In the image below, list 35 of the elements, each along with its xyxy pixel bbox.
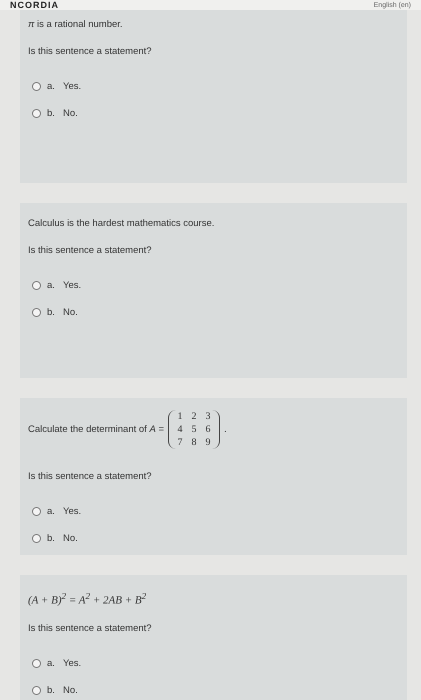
option-letter: a. xyxy=(47,506,56,517)
radio-button[interactable] xyxy=(32,109,41,118)
question-text: Calculate the determinant of A = xyxy=(28,424,164,435)
question-formula: (A + B)$^{2}$ = A$^{2}$ + 2AB + B$^{2}$ xyxy=(28,591,146,607)
radio-button[interactable] xyxy=(32,686,41,695)
option-label[interactable]: Yes. xyxy=(63,658,82,669)
option-letter: a. xyxy=(47,81,56,92)
radio-button[interactable] xyxy=(32,82,41,91)
radio-button[interactable] xyxy=(32,507,41,516)
question-prompt: Is this sentence a statement? xyxy=(28,245,153,256)
option-label[interactable]: Yes. xyxy=(63,506,82,517)
option-letter: b. xyxy=(47,533,56,544)
radio-button[interactable] xyxy=(32,308,41,317)
option-label[interactable]: No. xyxy=(63,307,78,318)
option-letter: a. xyxy=(47,280,56,291)
option-letter: b. xyxy=(47,108,56,119)
option-label[interactable]: Yes. xyxy=(63,280,82,291)
option-label[interactable]: No. xyxy=(63,685,78,696)
option-label[interactable]: Yes. xyxy=(63,81,82,92)
logo-text: NCORDIA xyxy=(10,0,59,10)
radio-button[interactable] xyxy=(32,281,41,290)
option-label[interactable]: No. xyxy=(63,533,78,544)
period-text: . xyxy=(224,424,227,435)
question-prompt: Is this sentence a statement? xyxy=(28,623,153,634)
option-letter: b. xyxy=(47,307,56,318)
option-letter: a. xyxy=(47,658,56,669)
question-prompt: Is this sentence a statement? xyxy=(28,471,153,482)
option-label[interactable]: No. xyxy=(63,108,78,119)
question-text: Calculus is the hardest mathematics course. xyxy=(28,218,214,229)
radio-button[interactable] xyxy=(32,659,41,668)
radio-button[interactable] xyxy=(32,534,41,543)
matrix: 1 2 3 4 5 6 7 8 9 xyxy=(168,410,220,449)
question-text: π is a rational number. xyxy=(28,19,123,30)
question-prompt: Is this sentence a statement? xyxy=(28,46,153,57)
option-letter: b. xyxy=(47,685,56,696)
